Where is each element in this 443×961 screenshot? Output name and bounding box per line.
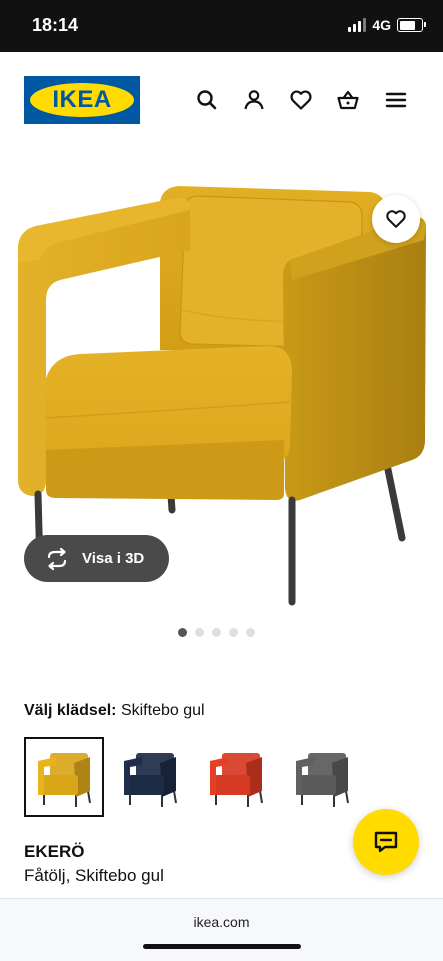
browser-address-bar[interactable]: ikea.com [0, 898, 443, 961]
upholstery-heading: Välj klädsel: [24, 702, 117, 719]
upholstery-label: Välj klädsel: Skiftebo gul [24, 702, 205, 720]
carousel-dots [178, 628, 255, 637]
armchair-thumbnail [124, 753, 177, 807]
basket-icon[interactable] [336, 88, 360, 112]
swatch-red[interactable] [196, 737, 276, 817]
network-label: 4G [372, 17, 391, 33]
swatch-dark-blue[interactable] [110, 737, 190, 817]
chat-icon [374, 831, 398, 853]
status-indicators: 4G [348, 17, 426, 33]
heart-icon [386, 210, 406, 228]
battery-icon [397, 18, 426, 32]
swatch-grey[interactable] [282, 737, 362, 817]
site-header: IKEA [0, 52, 443, 150]
swatch-yellow[interactable] [24, 737, 104, 817]
ikea-logo[interactable]: IKEA [24, 76, 140, 124]
browser-url[interactable]: ikea.com [0, 914, 443, 930]
rotate-3d-icon [47, 547, 67, 570]
armchair-thumbnail [210, 753, 263, 807]
product-description: Fåtölj, Skiftebo gul [24, 866, 164, 885]
carousel-dot[interactable] [229, 628, 238, 637]
heart-icon[interactable] [289, 88, 313, 112]
status-bar: 18:14 4G [0, 0, 443, 52]
product-name: EKERÖ [24, 842, 85, 861]
armchair-thumbnail [296, 753, 349, 807]
carousel-dot[interactable] [212, 628, 221, 637]
carousel-dot[interactable] [195, 628, 204, 637]
view-in-3d-button[interactable]: Visa i 3D [24, 535, 169, 582]
carousel-dot[interactable] [246, 628, 255, 637]
home-indicator[interactable] [143, 944, 301, 949]
upholstery-selected-value: Skiftebo gul [120, 702, 205, 719]
carousel-dot[interactable] [178, 628, 187, 637]
status-time: 18:14 [32, 15, 79, 35]
upholstery-swatches [24, 737, 362, 817]
armchair-thumbnail [38, 753, 91, 807]
logo-text: IKEA [52, 86, 112, 113]
view-in-3d-label: Visa i 3D [82, 550, 145, 567]
search-icon[interactable] [195, 88, 219, 112]
add-to-favourites-button[interactable] [372, 195, 420, 243]
signal-icon [348, 18, 367, 32]
chat-button[interactable] [353, 809, 419, 875]
menu-icon[interactable] [384, 88, 408, 112]
user-icon[interactable] [242, 88, 266, 112]
